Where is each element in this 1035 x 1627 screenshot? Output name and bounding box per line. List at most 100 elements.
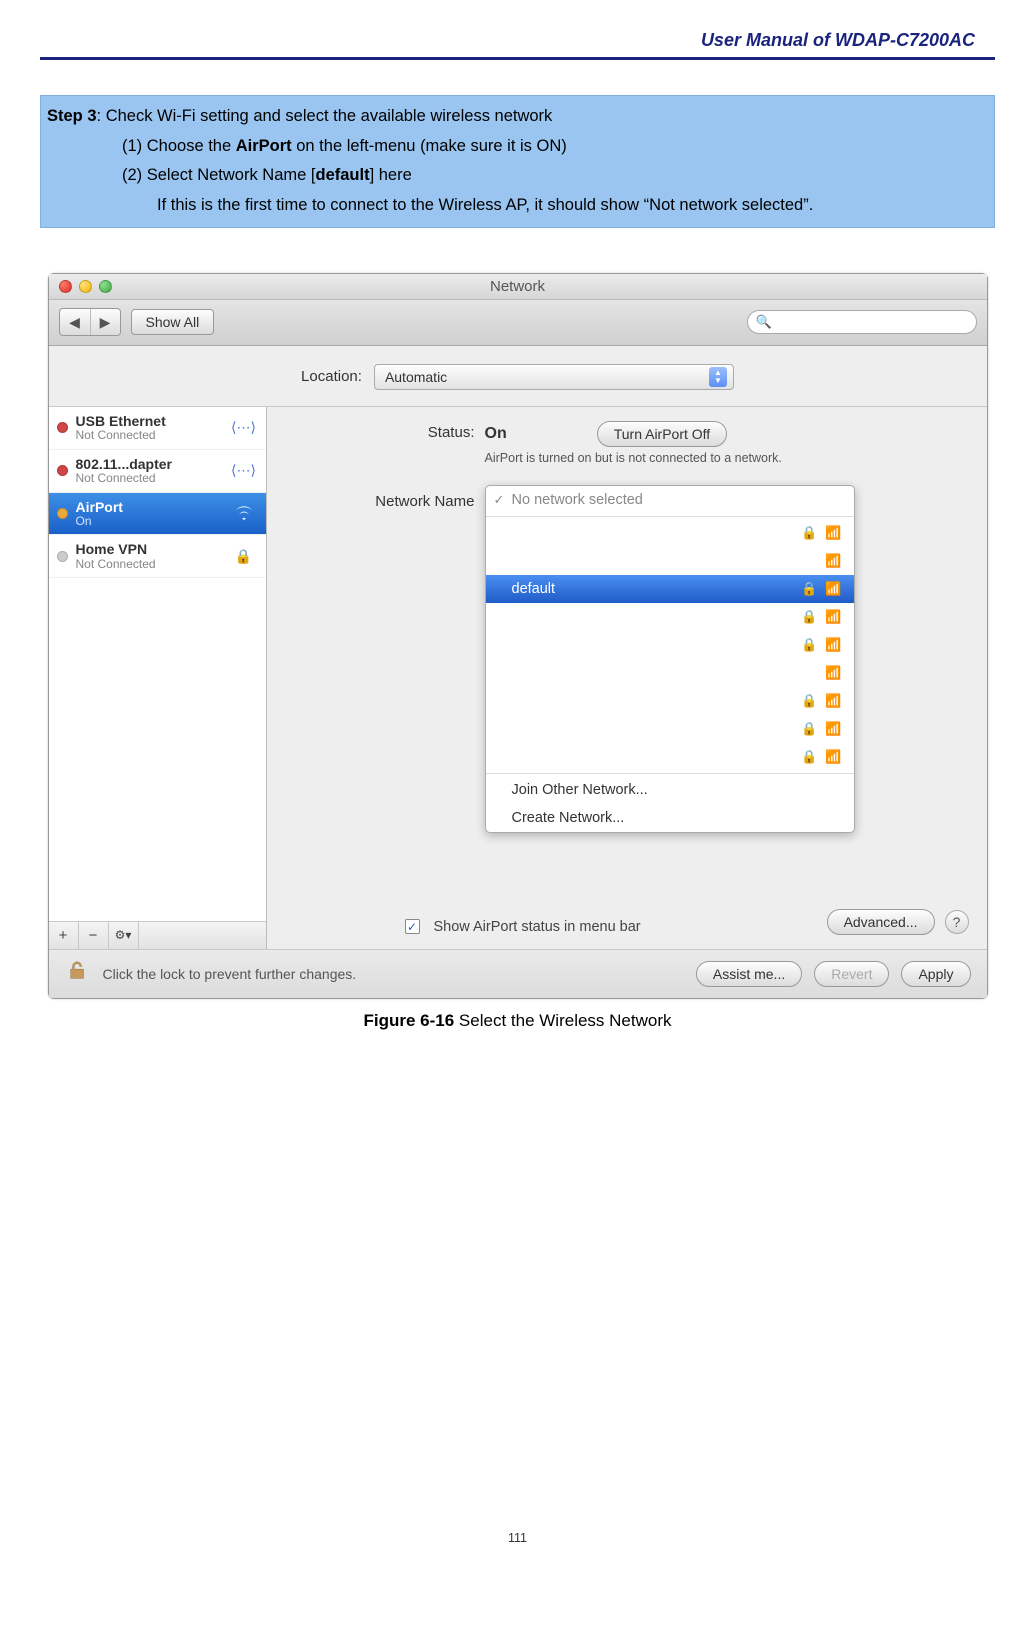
dropdown-create-network[interactable]: Create Network... [486, 804, 854, 832]
dropdown-network-default[interactable]: default 🔒📶 [486, 575, 854, 603]
network-prefs-window: Network ◀ ▶ Show All 🔍 Location: Automat… [48, 273, 988, 999]
step-number: Step 3 [47, 107, 97, 125]
ethernet-arrows-icon: ⟨⋯⟩ [230, 460, 258, 482]
apply-button[interactable]: Apply [901, 961, 970, 987]
lock-icon: 🔒 [801, 749, 817, 765]
wifi-signal-icon: 📶 [825, 693, 841, 709]
status-dot-icon [57, 465, 68, 476]
service-name: USB Ethernet [76, 413, 222, 429]
figure-caption: Figure 6-16 Select the Wireless Network [40, 1011, 995, 1031]
step1-pre: (1) Choose the [122, 137, 236, 155]
search-icon: 🔍 [756, 314, 772, 330]
service-name: Home VPN [76, 541, 222, 557]
help-button[interactable]: ? [945, 910, 969, 934]
status-row: Status: On Turn AirPort Off AirPort is t… [285, 421, 969, 465]
dropdown-separator [486, 773, 854, 774]
dropdown-network-item[interactable]: 🔒📶 [486, 687, 854, 715]
sidebar-footer: + − ⚙▾ [49, 921, 266, 949]
back-button[interactable]: ◀ [60, 309, 90, 335]
wifi-icon [230, 502, 258, 524]
step2-post: ] here [370, 166, 412, 184]
lock-icon: 🔒 [801, 525, 817, 541]
status-dot-icon [57, 551, 68, 562]
wifi-signal-icon: 📶 [825, 637, 841, 653]
lock-icon: 🔒 [801, 721, 817, 737]
step-title-text: : Check Wi-Fi setting and select the ava… [97, 107, 553, 125]
add-service-button[interactable]: + [49, 922, 79, 949]
dropdown-network-item[interactable]: 📶 [486, 659, 854, 687]
show-in-menubar-checkbox[interactable]: ✓ [405, 919, 420, 934]
status-value: On [485, 425, 507, 443]
figure-number: Figure 6-16 [364, 1011, 455, 1030]
wifi-signal-icon: 📶 [825, 665, 841, 681]
remove-service-button[interactable]: − [79, 922, 109, 949]
sidebar-item-80211-adapter[interactable]: 802.11...dapter Not Connected ⟨⋯⟩ [49, 450, 266, 493]
dropdown-network-item[interactable]: 🔒📶 [486, 603, 854, 631]
main-pane: Status: On Turn AirPort Off AirPort is t… [267, 407, 987, 949]
service-sidebar: USB Ethernet Not Connected ⟨⋯⟩ 802.11...… [49, 407, 267, 949]
revert-button[interactable]: Revert [814, 961, 889, 987]
location-value: Automatic [385, 369, 447, 385]
wifi-signal-icon: 📶 [825, 581, 841, 597]
dropdown-network-item[interactable]: 🔒📶 [486, 715, 854, 743]
window-title: Network [49, 278, 987, 295]
window-titlebar: Network [49, 274, 987, 300]
assist-me-button[interactable]: Assist me... [696, 961, 802, 987]
service-status: On [76, 515, 222, 529]
wifi-signal-icon: 📶 [825, 749, 841, 765]
unlock-icon[interactable] [65, 960, 91, 988]
nav-buttons: ◀ ▶ [59, 308, 121, 336]
ethernet-arrows-icon: ⟨⋯⟩ [230, 417, 258, 439]
dropdown-label: Create Network... [512, 810, 842, 826]
dropdown-network-item[interactable]: 🔒📶 [486, 743, 854, 771]
sidebar-item-home-vpn[interactable]: Home VPN Not Connected 🔒 [49, 535, 266, 578]
status-dot-icon [57, 422, 68, 433]
dropdown-network-item[interactable]: 🔒📶 [486, 519, 854, 547]
step-sub-1: (1) Choose the AirPort on the left-menu … [47, 132, 988, 162]
network-name-dropdown[interactable]: ✓ No network selected 🔒📶 📶 [485, 485, 855, 833]
forward-button[interactable]: ▶ [90, 309, 120, 335]
service-status: Not Connected [76, 429, 222, 443]
check-icon: ✓ [494, 492, 505, 508]
service-status: Not Connected [76, 472, 222, 486]
updown-icon: ▲▼ [709, 367, 727, 387]
step1-post: on the left-menu (make sure it is ON) [292, 137, 567, 155]
step2-pre: (2) Select Network Name [ [122, 166, 315, 184]
network-name-label: Network Name [285, 485, 475, 510]
step2-bold: default [315, 166, 369, 184]
advanced-button[interactable]: Advanced... [827, 909, 935, 935]
step-title: Step 3: Check Wi-Fi setting and select t… [47, 102, 988, 132]
service-name: AirPort [76, 499, 222, 515]
dropdown-network-item[interactable]: 📶 [486, 547, 854, 575]
wifi-signal-icon: 📶 [825, 525, 841, 541]
dropdown-no-network-selected[interactable]: ✓ No network selected [486, 486, 854, 514]
window-bottom-bar: Click the lock to prevent further change… [49, 949, 987, 998]
dropdown-label: No network selected [512, 492, 842, 508]
step-sub-2: (2) Select Network Name [default] here [47, 161, 988, 191]
service-list: USB Ethernet Not Connected ⟨⋯⟩ 802.11...… [49, 407, 266, 921]
network-name-row: Network Name ✓ No network selected 🔒📶 [285, 485, 969, 833]
dropdown-label: Join Other Network... [512, 782, 842, 798]
sidebar-item-usb-ethernet[interactable]: USB Ethernet Not Connected ⟨⋯⟩ [49, 407, 266, 450]
dropdown-separator [486, 516, 854, 517]
show-all-button[interactable]: Show All [131, 309, 215, 335]
sidebar-item-airport[interactable]: AirPort On [49, 493, 266, 536]
dropdown-label: default [512, 581, 794, 597]
turn-airport-off-button[interactable]: Turn AirPort Off [597, 421, 727, 447]
window-toolbar: ◀ ▶ Show All 🔍 [49, 300, 987, 346]
lock-help-text: Click the lock to prevent further change… [103, 966, 684, 982]
show-in-menubar-label: Show AirPort status in menu bar [434, 919, 641, 935]
gear-menu-button[interactable]: ⚙▾ [109, 922, 139, 949]
service-name: 802.11...dapter [76, 456, 222, 472]
dropdown-network-item[interactable]: 🔒📶 [486, 631, 854, 659]
figure-caption-text: Select the Wireless Network [454, 1011, 671, 1030]
step-note: If this is the first time to connect to … [47, 191, 988, 221]
lock-icon: 🔒 [801, 637, 817, 653]
location-select[interactable]: Automatic ▲▼ [374, 364, 734, 390]
search-input[interactable]: 🔍 [747, 310, 977, 334]
page-number: 111 [40, 1531, 995, 1545]
service-status: Not Connected [76, 558, 222, 572]
header-rule [40, 57, 995, 60]
dropdown-join-other[interactable]: Join Other Network... [486, 776, 854, 804]
wifi-signal-icon: 📶 [825, 553, 841, 569]
